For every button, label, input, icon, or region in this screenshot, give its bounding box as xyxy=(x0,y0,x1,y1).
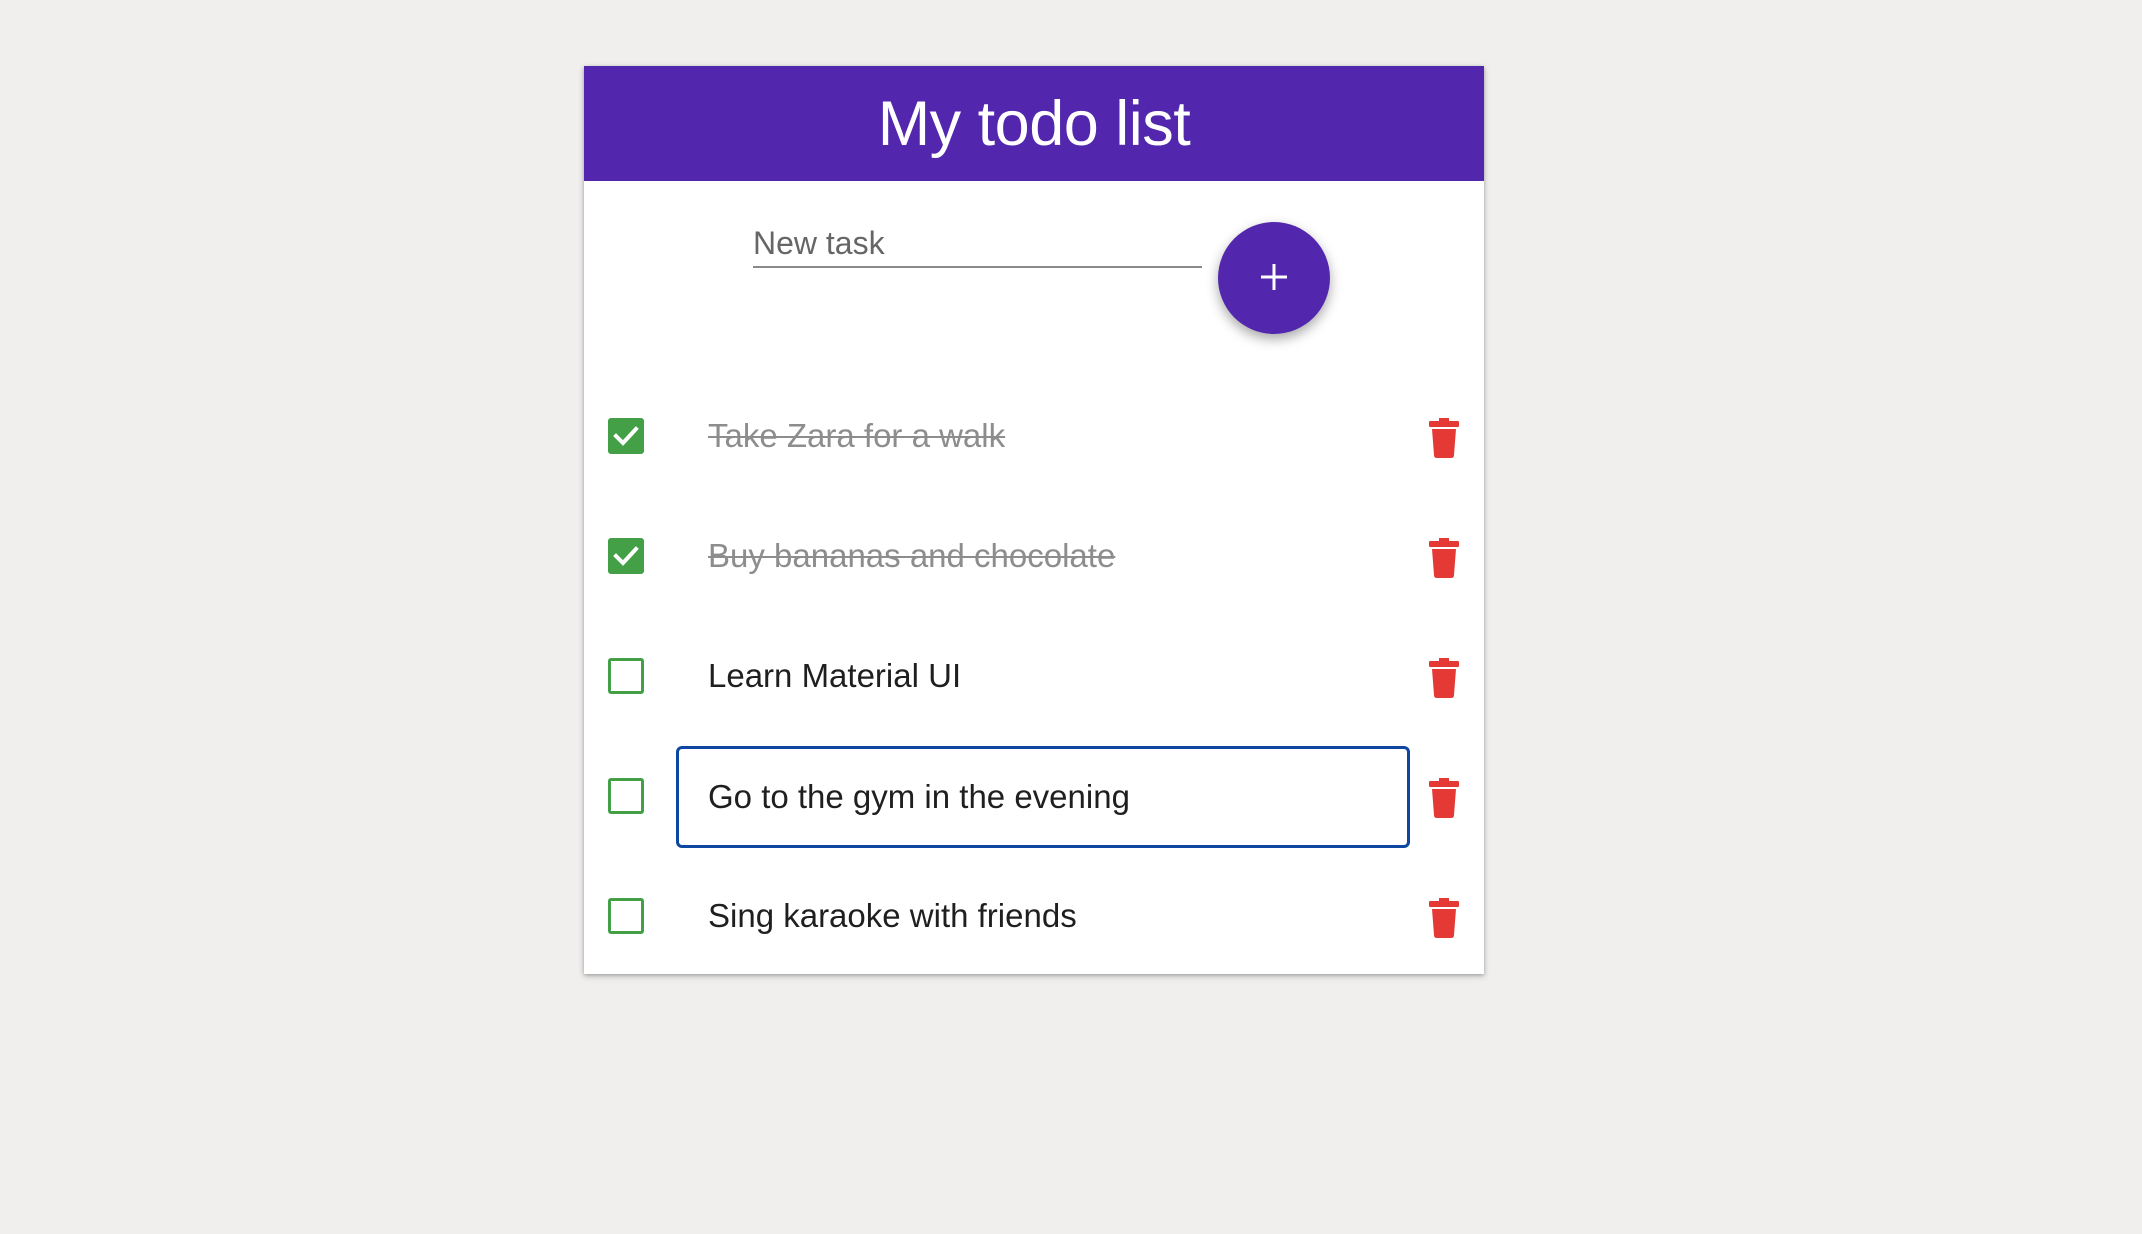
checkmark-icon xyxy=(613,545,639,567)
task-label[interactable]: Buy bananas and chocolate xyxy=(708,496,1115,616)
task-row: Take Zara for a walk xyxy=(584,376,1484,496)
trash-icon xyxy=(1429,538,1459,578)
task-label[interactable]: Sing karaoke with friends xyxy=(708,856,1077,976)
task-checkbox[interactable] xyxy=(608,418,644,454)
todo-card: My todo list Take Zara for a walk Buy ba… xyxy=(584,66,1484,974)
app-header: My todo list xyxy=(584,66,1484,181)
task-label[interactable]: Take Zara for a walk xyxy=(708,376,1005,496)
delete-button[interactable] xyxy=(1424,416,1464,460)
page-title: My todo list xyxy=(877,88,1191,159)
task-row: Sing karaoke with friends xyxy=(584,856,1484,976)
trash-icon xyxy=(1429,418,1459,458)
new-task-input[interactable] xyxy=(753,224,1202,268)
delete-button[interactable] xyxy=(1424,536,1464,580)
delete-button[interactable] xyxy=(1424,776,1464,820)
task-checkbox[interactable] xyxy=(608,778,644,814)
delete-button[interactable] xyxy=(1424,896,1464,940)
checkmark-icon xyxy=(613,425,639,447)
task-checkbox[interactable] xyxy=(608,538,644,574)
trash-icon xyxy=(1429,778,1459,818)
task-row xyxy=(584,736,1484,856)
trash-icon xyxy=(1429,658,1459,698)
task-label[interactable]: Learn Material UI xyxy=(708,616,961,736)
add-task-button[interactable] xyxy=(1218,222,1330,334)
task-checkbox[interactable] xyxy=(608,658,644,694)
task-edit-input[interactable] xyxy=(676,746,1410,848)
task-row: Buy bananas and chocolate xyxy=(584,496,1484,616)
task-checkbox[interactable] xyxy=(608,898,644,934)
task-row: Learn Material UI xyxy=(584,616,1484,736)
trash-icon xyxy=(1429,898,1459,938)
plus-icon xyxy=(1257,260,1291,297)
delete-button[interactable] xyxy=(1424,656,1464,700)
